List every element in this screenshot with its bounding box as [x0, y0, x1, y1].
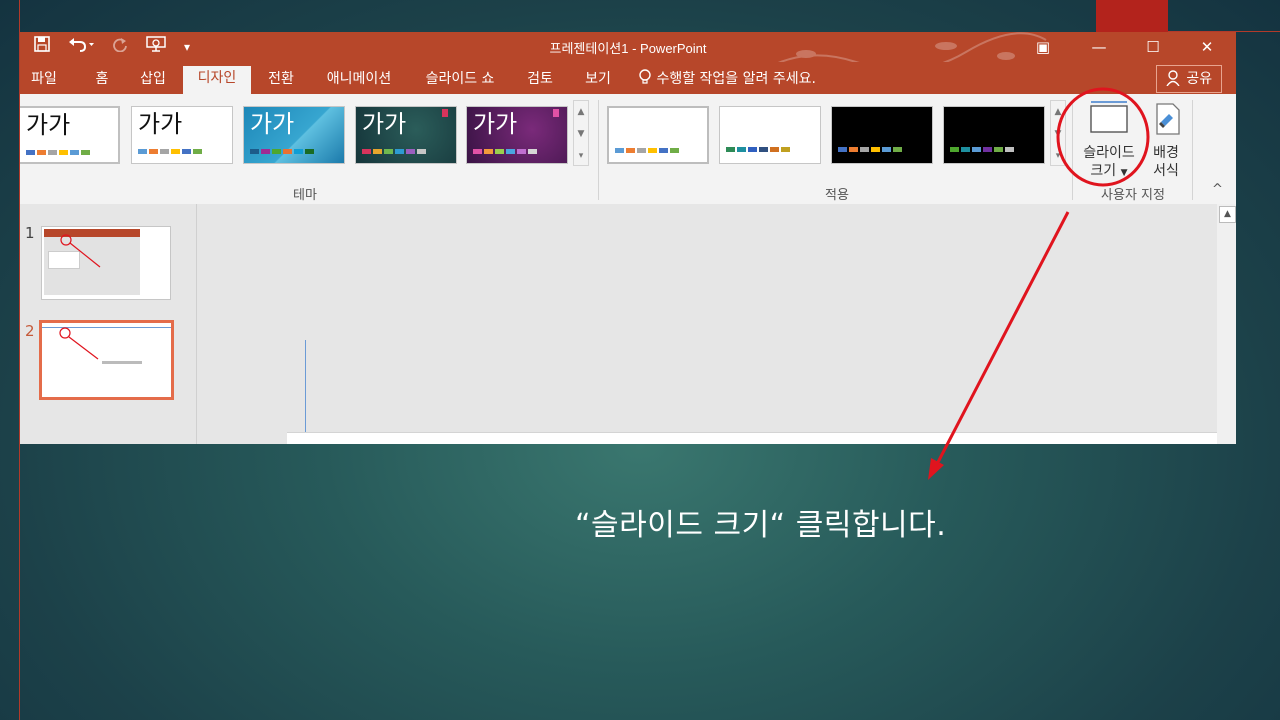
- group-separator: [1072, 100, 1073, 200]
- vertical-scrollbar[interactable]: ▲: [1217, 204, 1236, 444]
- theme-sample-text: 가가: [362, 110, 407, 138]
- theme-gallery-scroll[interactable]: ▲ ▼ ▾: [573, 100, 589, 166]
- slide-decor-accent: [1096, 0, 1168, 32]
- tab-design[interactable]: 디자인: [183, 66, 251, 94]
- theme-sample-text: 가가: [138, 110, 183, 138]
- variant-swatches: [615, 148, 681, 153]
- ribbon-tabs: 파일 홈 삽입 디자인 전환 애니메이션 슬라이드 쇼 검토 보기 수행할 작업…: [20, 62, 1236, 94]
- variant-gallery-scroll[interactable]: ▲ ▼ ▾: [1050, 100, 1066, 166]
- share-label: 공유: [1186, 71, 1213, 87]
- theme-sample-text: 가가: [473, 110, 518, 138]
- theme-sample-text: 가가: [26, 111, 71, 139]
- tab-view[interactable]: 보기: [576, 68, 620, 94]
- minimize-button[interactable]: —: [1076, 34, 1122, 60]
- theme-swatches: [138, 149, 204, 154]
- theme-accent-tab: [442, 109, 448, 117]
- tab-review[interactable]: 검토: [518, 68, 562, 94]
- theme-swatches: [362, 149, 428, 154]
- thumb-annotation: [59, 327, 142, 364]
- theme-swatches: [473, 149, 539, 154]
- tab-animations[interactable]: 애니메이션: [314, 68, 404, 94]
- tab-home[interactable]: 홈: [82, 68, 122, 94]
- theme-office-theme[interactable]: 가가: [131, 106, 233, 164]
- tab-transitions[interactable]: 전환: [256, 68, 306, 94]
- scroll-down-icon[interactable]: ▼: [574, 123, 588, 145]
- slide-thumbnail-pane: 1 2: [20, 204, 197, 444]
- scroll-up-icon[interactable]: ▲: [574, 101, 588, 123]
- format-background-button[interactable]: 배경 서식: [1144, 100, 1188, 180]
- annotation-arrow-head: [928, 458, 944, 480]
- scroll-up-icon[interactable]: ▲: [1051, 101, 1065, 123]
- tell-me-box[interactable]: 수행할 작업을 알려 주세요.: [638, 68, 816, 90]
- variant-black-1[interactable]: [831, 106, 933, 164]
- slide-size-button[interactable]: 슬라이드 크기 ▼: [1076, 100, 1142, 182]
- powerpoint-window-screenshot: ▾ 프레젠테이션1 - PowerPoint ▣ — ☐ ✕ 파일 홈 삽입 디…: [20, 32, 1236, 444]
- thumb-annotation: [60, 234, 101, 268]
- themes-group-label: 테마: [293, 188, 317, 203]
- theme-swatches: [250, 149, 316, 154]
- format-background-icon: [1144, 100, 1188, 144]
- slide-editing-canvas[interactable]: [197, 204, 1217, 444]
- format-background-label-line2: 서식: [1153, 163, 1179, 179]
- ribbon-display-options-icon[interactable]: ▣: [1020, 34, 1066, 60]
- group-separator: [598, 100, 599, 200]
- slide-number: 1: [25, 224, 35, 242]
- close-button[interactable]: ✕: [1184, 34, 1230, 60]
- variant-swatches: [838, 147, 904, 152]
- slide-thumbnail-1[interactable]: [41, 226, 171, 300]
- gallery-more-icon[interactable]: ▾: [1051, 145, 1065, 167]
- theme-sample-text: 가가: [250, 110, 295, 138]
- lightbulb-icon: [638, 69, 656, 87]
- variant-white-2[interactable]: [719, 106, 821, 164]
- slide-size-label-line2: 크기: [1090, 163, 1117, 179]
- tell-me-text: 수행할 작업을 알려 주세요.: [656, 71, 816, 87]
- person-icon: [1166, 70, 1186, 87]
- scroll-up-icon[interactable]: ▲: [1219, 206, 1236, 223]
- tab-insert[interactable]: 삽입: [128, 68, 178, 94]
- variant-white-1[interactable]: [607, 106, 709, 164]
- customize-group-label: 사용자 지정: [1101, 188, 1165, 203]
- format-background-label-line1: 배경: [1153, 145, 1179, 161]
- tab-file[interactable]: 파일: [20, 68, 68, 94]
- variants-group-label: 적용: [825, 188, 849, 203]
- slide-thumbnail-2[interactable]: [39, 320, 174, 400]
- slide-size-icon: [1076, 100, 1142, 144]
- variant-swatches: [950, 147, 1016, 152]
- slide-page-edge: [287, 432, 1217, 444]
- instruction-caption: “슬라이드 크기“ 클릭합니다.: [575, 508, 947, 543]
- share-button[interactable]: 공유: [1156, 65, 1222, 93]
- gallery-more-icon[interactable]: ▾: [574, 145, 588, 167]
- design-ribbon: 가가 가가 가가 가가 가가 ▲ ▼ ▾ 테마 ▲ ▼ ▾ 적용 슬라이드 크기…: [20, 94, 1236, 205]
- theme-facet-blue[interactable]: 가가: [243, 106, 345, 164]
- variant-black-2[interactable]: [943, 106, 1045, 164]
- collapse-ribbon-icon[interactable]: ^: [1212, 182, 1223, 197]
- tab-slideshow[interactable]: 슬라이드 쇼: [414, 68, 506, 94]
- title-bar: ▾ 프레젠테이션1 - PowerPoint ▣ — ☐ ✕: [20, 32, 1236, 83]
- theme-office[interactable]: 가가: [20, 106, 120, 164]
- variant-swatches: [726, 147, 792, 152]
- theme-swatches: [26, 150, 92, 155]
- guide-line: [305, 340, 306, 444]
- theme-ion-dark[interactable]: 가가: [355, 106, 457, 164]
- scroll-down-icon[interactable]: ▼: [1051, 123, 1065, 145]
- theme-ion-purple[interactable]: 가가: [466, 106, 568, 164]
- chevron-down-icon: ▼: [1120, 168, 1128, 178]
- theme-accent-tab: [553, 109, 559, 117]
- maximize-button[interactable]: ☐: [1130, 34, 1176, 60]
- slide-size-label-line1: 슬라이드: [1083, 145, 1135, 161]
- group-separator: [1192, 100, 1193, 200]
- slide-number: 2: [25, 322, 35, 340]
